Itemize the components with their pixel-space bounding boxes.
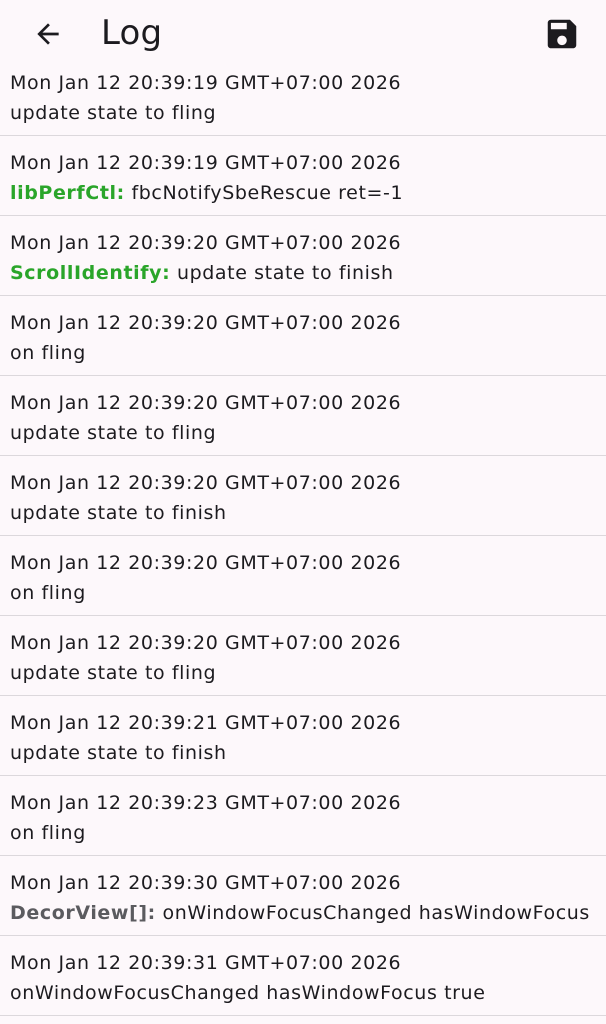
log-entry: Mon Jan 12 20:39:20 GMT+07:00 2026 on fl… [0,536,606,616]
log-message-line: on fling [10,578,596,608]
top-app-bar: Log [0,0,606,68]
log-timestamp: Mon Jan 12 20:39:31 GMT+07:00 2026 [10,952,402,974]
log-timestamp: Mon Jan 12 20:39:20 GMT+07:00 2026 [10,312,402,334]
log-timestamp: Mon Jan 12 20:39:20 GMT+07:00 2026 [10,552,402,574]
log-tag: DecorView[]: [10,902,156,924]
log-message-line: libPerfCtl: fbcNotifySbeRescue ret=-1 [10,178,596,208]
arrow-left-icon [37,23,59,45]
log-message-line: update state to finish [10,738,596,768]
log-message: update state to finish [170,262,394,284]
log-message: fbcNotifySbeRescue ret=-1 [124,182,404,204]
log-timestamp: Mon Jan 12 20:39:20 GMT+07:00 2026 [10,392,402,414]
page-title: Log [101,13,163,53]
log-message: onWindowFocusChanged hasWindowFocus [155,902,590,924]
log-message: on fling [10,582,86,604]
log-message: update state to fling [10,422,217,444]
log-timestamp: Mon Jan 12 20:39:30 GMT+07:00 2026 [10,872,402,894]
log-timestamp: Mon Jan 12 20:39:19 GMT+07:00 2026 [10,152,402,174]
log-message-line: update state to finish [10,498,596,528]
log-message-line: update state to fling [10,658,596,688]
log-message-line: on fling [10,818,596,848]
log-tag: libPerfCtl: [10,182,125,204]
save-button[interactable] [538,12,586,56]
log-timestamp: Mon Jan 12 20:39:20 GMT+07:00 2026 [10,472,402,494]
log-message: update state to finish [10,502,227,524]
save-floppy-icon [547,19,577,49]
log-entry: Mon Jan 12 20:39:30 GMT+07:00 2026 Decor… [0,856,606,936]
log-message: update state to finish [10,742,227,764]
log-tag: ScrollIdentify: [10,262,171,284]
log-timestamp: Mon Jan 12 20:39:23 GMT+07:00 2026 [10,792,402,814]
log-message: on fling [10,822,86,844]
log-entry: Mon Jan 12 20:39:20 GMT+07:00 2026 updat… [0,616,606,696]
log-entry: Mon Jan 12 20:39:20 GMT+07:00 2026 updat… [0,376,606,456]
log-message-line: update state to fling [10,98,596,128]
log-message: update state to fling [10,102,217,124]
log-list[interactable]: Mon Jan 12 20:39:19 GMT+07:00 2026 updat… [0,0,606,1024]
log-list-content: Mon Jan 12 20:39:19 GMT+07:00 2026 updat… [0,56,606,1016]
log-entry: Mon Jan 12 20:39:20 GMT+07:00 2026 Scrol… [0,216,606,296]
log-entry: Mon Jan 12 20:39:19 GMT+07:00 2026 libPe… [0,136,606,216]
log-timestamp: Mon Jan 12 20:39:20 GMT+07:00 2026 [10,232,402,254]
log-message-line: update state to fling [10,418,596,448]
log-timestamp: Mon Jan 12 20:39:19 GMT+07:00 2026 [10,72,402,94]
log-message: update state to fling [10,662,217,684]
log-entry: Mon Jan 12 20:39:31 GMT+07:00 2026 onWin… [0,936,606,1016]
back-button[interactable] [26,12,70,56]
log-message-line: onWindowFocusChanged hasWindowFocus true [10,978,596,1008]
log-message-line: on fling [10,338,596,368]
log-message: on fling [10,342,86,364]
log-timestamp: Mon Jan 12 20:39:21 GMT+07:00 2026 [10,712,402,734]
log-message: onWindowFocusChanged hasWindowFocus true [10,982,486,1004]
log-entry: Mon Jan 12 20:39:20 GMT+07:00 2026 updat… [0,456,606,536]
log-entry: Mon Jan 12 20:39:20 GMT+07:00 2026 on fl… [0,296,606,376]
log-entry: Mon Jan 12 20:39:21 GMT+07:00 2026 updat… [0,696,606,776]
log-timestamp: Mon Jan 12 20:39:20 GMT+07:00 2026 [10,632,402,654]
log-message-line: ScrollIdentify: update state to finish [10,258,596,288]
log-entry: Mon Jan 12 20:39:23 GMT+07:00 2026 on fl… [0,776,606,856]
log-message-line: DecorView[]: onWindowFocusChanged hasWin… [10,898,596,928]
log-entry: Mon Jan 12 20:39:19 GMT+07:00 2026 updat… [0,56,606,136]
